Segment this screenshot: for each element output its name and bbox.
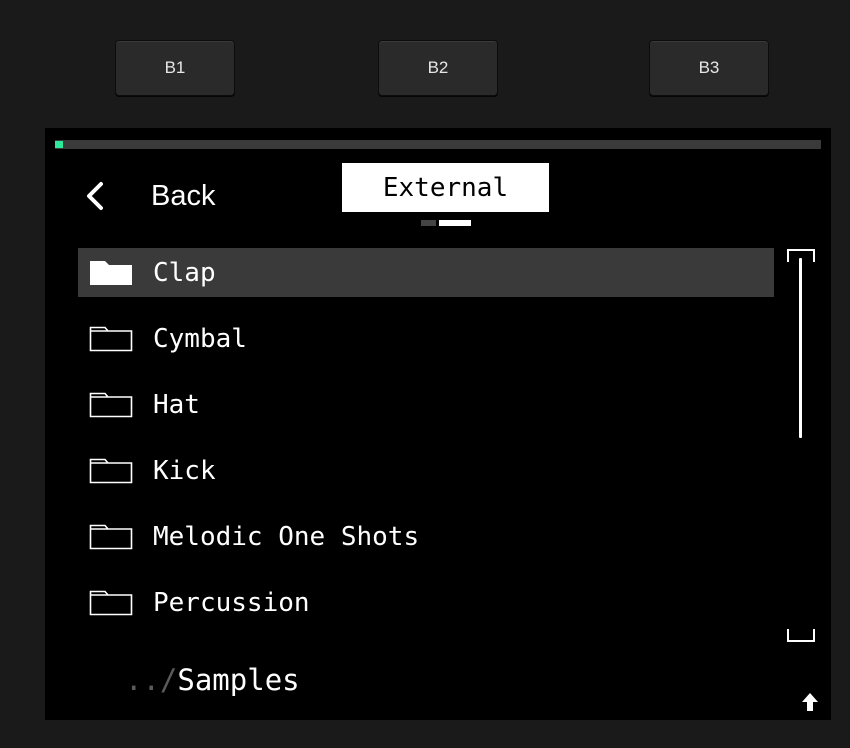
folder-filled-icon bbox=[89, 260, 133, 286]
folder-icon bbox=[89, 590, 133, 616]
list-item[interactable]: Percussion bbox=[78, 578, 774, 627]
folder-name: Clap bbox=[153, 257, 216, 288]
back-button[interactable]: Back bbox=[85, 176, 215, 216]
progress-indicator bbox=[55, 141, 63, 148]
list-item[interactable]: Cymbal bbox=[78, 314, 774, 363]
folder-name: Kick bbox=[153, 455, 216, 486]
back-label: Back bbox=[151, 179, 216, 212]
path-folder-name: Samples bbox=[177, 663, 300, 697]
current-path: ../Samples bbox=[125, 663, 300, 697]
list-item[interactable]: Melodic One Shots bbox=[78, 512, 774, 561]
device-screen: Back External Clap Cymbal Hat Kick Melod… bbox=[45, 128, 831, 720]
folder-list: Clap Cymbal Hat Kick Melodic One Shots P… bbox=[78, 248, 774, 644]
folder-name: Hat bbox=[153, 389, 200, 420]
b1-button[interactable]: B1 bbox=[115, 40, 235, 96]
progress-track bbox=[55, 140, 821, 149]
b2-button[interactable]: B2 bbox=[378, 40, 498, 96]
list-item[interactable]: Hat bbox=[78, 380, 774, 429]
scrollbar-bottom-cap bbox=[787, 629, 815, 642]
folder-icon bbox=[89, 524, 133, 550]
arrow-up-icon[interactable] bbox=[801, 692, 819, 712]
folder-name: Percussion bbox=[153, 587, 310, 618]
chevron-left-icon bbox=[85, 181, 105, 211]
list-item[interactable]: Clap bbox=[78, 248, 774, 297]
page-indicator-1 bbox=[421, 220, 436, 226]
folder-icon bbox=[89, 326, 133, 352]
folder-icon bbox=[89, 392, 133, 418]
list-item[interactable]: Kick bbox=[78, 446, 774, 495]
b3-button[interactable]: B3 bbox=[649, 40, 769, 96]
folder-icon bbox=[89, 458, 133, 484]
location-title-tab[interactable]: External bbox=[342, 163, 549, 212]
page-indicator-2 bbox=[439, 220, 471, 226]
path-prefix: ../ bbox=[125, 663, 178, 697]
folder-name: Melodic One Shots bbox=[153, 521, 420, 552]
folder-name: Cymbal bbox=[153, 323, 247, 354]
scrollbar-thumb[interactable] bbox=[799, 258, 802, 438]
